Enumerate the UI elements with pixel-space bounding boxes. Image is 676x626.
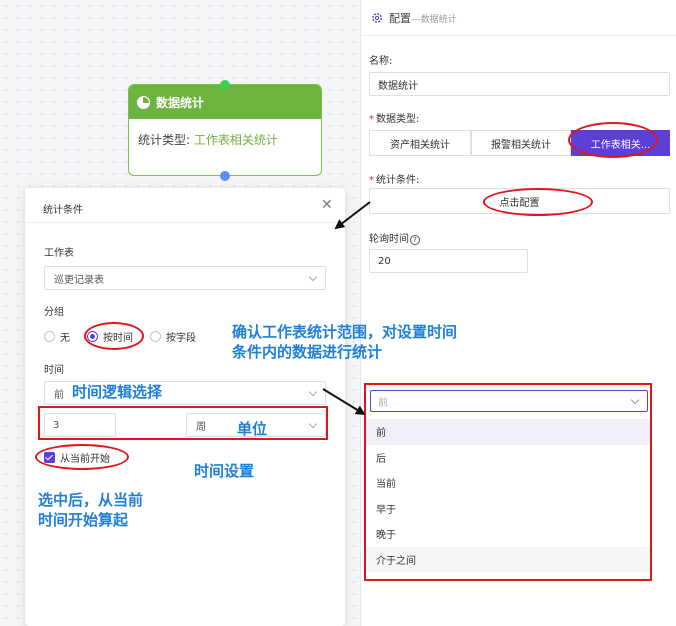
annotation-from-now-line1: 选中后，从当前 [38, 491, 144, 509]
annotation-time-logic: 时间逻辑选择 [72, 383, 163, 401]
annotation-scope-line2: 条件内的数据进行统计 [232, 343, 383, 361]
arrow-to-dropdown [322, 388, 366, 416]
annotation-scope-line1: 确认工作表统计范围，对设置时间 [232, 323, 458, 341]
annotation-time-setting: 时间设置 [194, 462, 255, 480]
annotation-from-now-line2: 时间开始算起 [38, 511, 129, 529]
annotation-unit: 单位 [237, 420, 268, 438]
annotation-arrows [322, 201, 371, 416]
arrow-to-dialog [334, 201, 371, 230]
